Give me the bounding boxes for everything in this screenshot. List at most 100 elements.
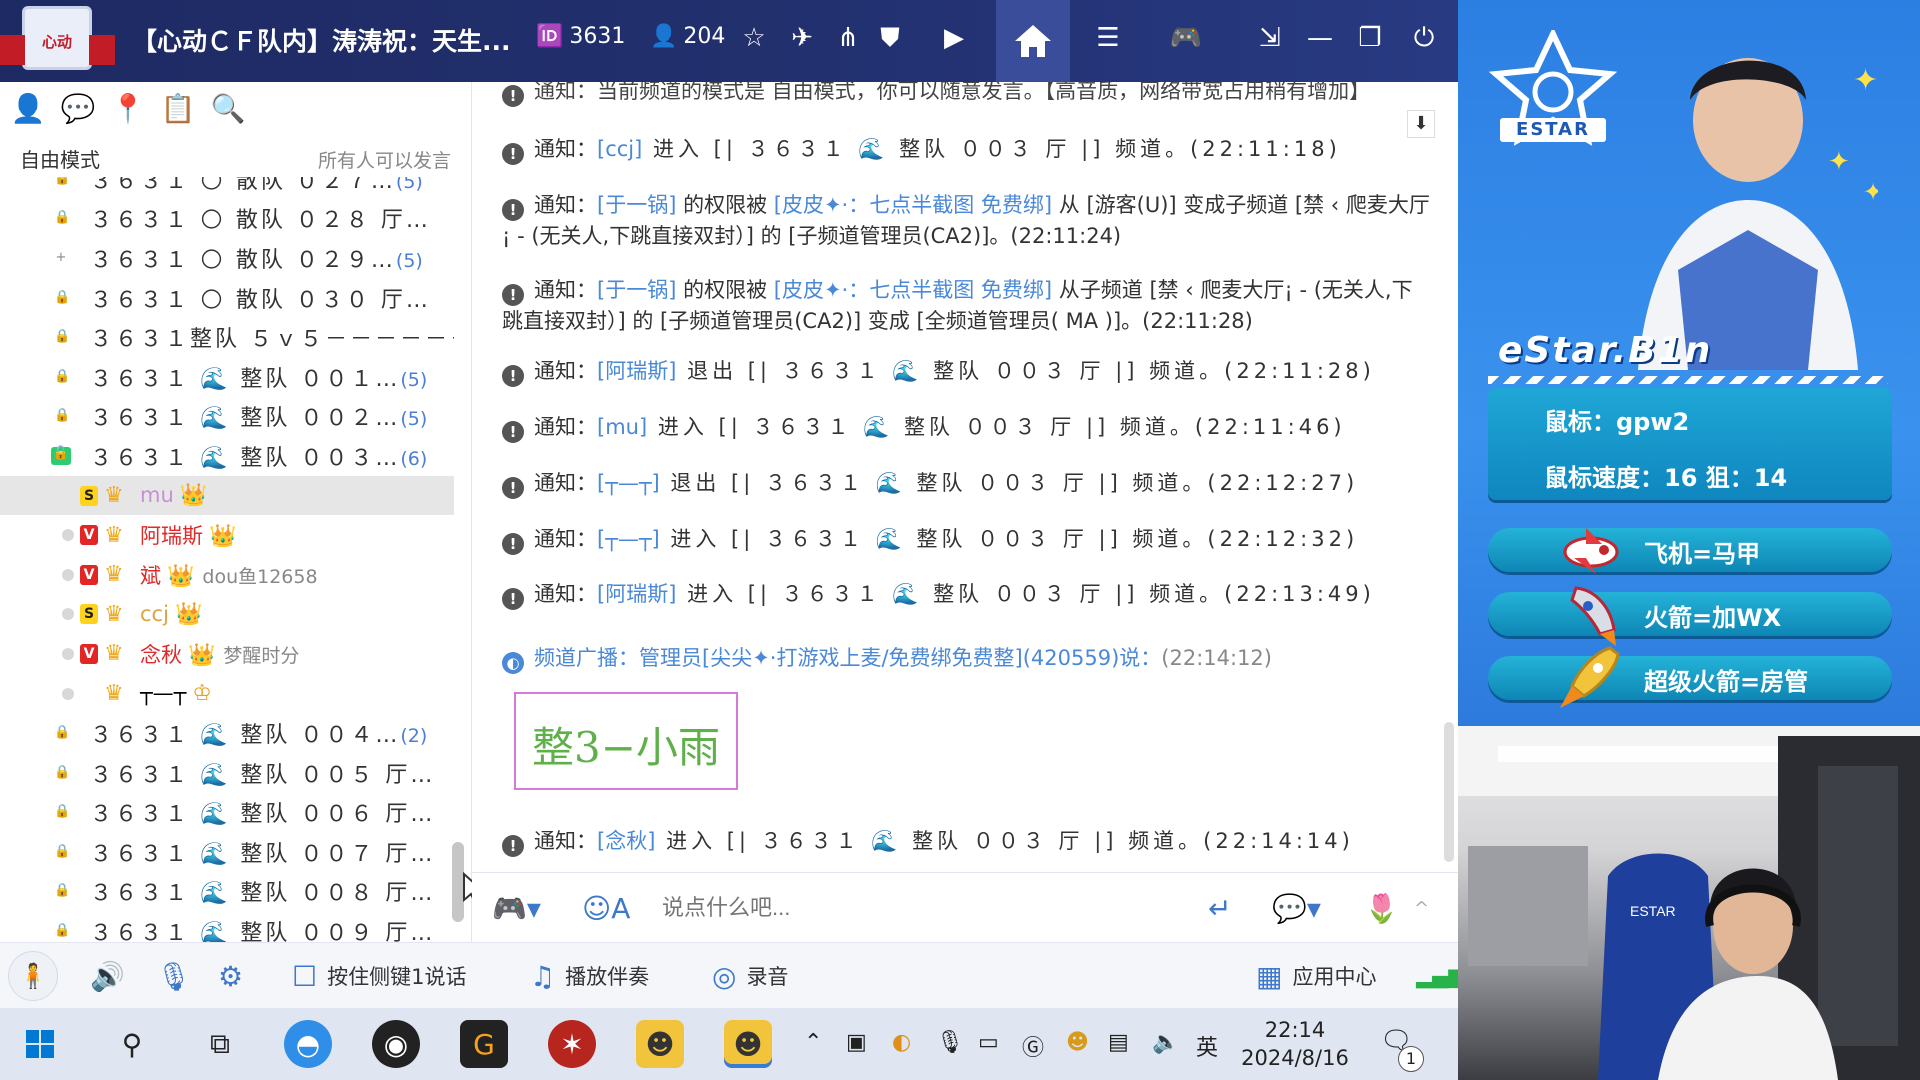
share-icon[interactable]: ⋔ [828,18,868,58]
rank-crown-icon: ♛ [104,522,124,548]
speaker-button[interactable]: 🔊 [90,957,125,995]
chat-options-button[interactable]: 💬▾ [1272,889,1321,927]
chat-message: ! 通知：[┬—┬] 进入 [| ３６３１ 🌊 整队 ００３ 厅 |] 频道。(2… [502,524,1432,555]
voice-tray-icon[interactable]: ☻ [1066,1030,1089,1055]
notebook-icon[interactable]: 📋 [160,90,196,126]
scroll-to-bottom-button[interactable]: ⬇ [1407,110,1435,138]
channel-row[interactable]: 🔒 ３６３１ 🌊 整队 ００１…(5) [0,357,454,397]
voice-app-icon[interactable]: ☻ [636,1020,684,1068]
rank-crown-icon: ♛ [104,601,124,627]
chat-bubble-icon[interactable]: 💬 [60,90,96,126]
gaming-app-icon[interactable]: G [460,1020,508,1068]
channel-row[interactable]: 🔒 ３６３１ 🌕 散队 ０２７…(5) [0,177,454,199]
channel-name: ３６３１ 🌊 整队 ００８ 厅… [90,881,436,907]
channel-tree[interactable]: 🔒 ３６３１ 🌕 散队 ０２７…(5) 🔒 ３６３１ 🌕 散队 ０２８ 厅… +… [0,177,454,942]
expand-icon[interactable]: + [54,250,68,265]
monitor-tray-icon[interactable]: ▭ [978,1030,999,1055]
channel-row[interactable]: 🔒 ３６３１ 🌊 整队 ００７ 厅… [0,832,454,872]
user-link[interactable]: [ccj] [597,137,642,161]
user-row[interactable]: ♛ ┬—┬ ♔ [0,674,454,714]
channel-row[interactable]: 🔒 ３６３１ 🌊 整队 ００８ 厅… [0,872,454,912]
obs-icon[interactable]: ◉ [372,1020,420,1068]
tray-expand-icon[interactable]: ⌃ [804,1030,822,1055]
list-icon[interactable]: ☰ [1088,18,1128,58]
channel-name: ３６３１ 🌊 整队 ００７ 厅… [90,841,436,867]
airplane-icon[interactable]: ✈ [782,18,822,58]
gamepad-icon[interactable]: 🎮 [1166,18,1206,58]
user-link[interactable]: [┬—┬] [597,471,660,495]
restore-icon[interactable]: ❐ [1350,18,1390,58]
chat-input[interactable] [662,891,1162,925]
channel-row[interactable]: 🔒 ３６３１整队 ５ｖ５－－－－－－ [0,317,454,357]
avatar[interactable]: 🧍 [8,951,58,1001]
user-row[interactable]: V ♛ 斌 👑 dou鱼12658 [0,555,454,595]
push-to-talk-button[interactable]: ☐ 按住侧键1说话 [292,957,466,995]
channel-row[interactable]: 🔒 ３６３１ 🌕 散队 ０３０ 厅… [0,278,454,318]
font-style-button[interactable]: ☺A [582,889,630,927]
online-count-display[interactable]: 👤 204 [650,24,725,49]
favorite-star-icon[interactable]: ☆ [734,18,774,58]
user-row[interactable]: V ♛ 阿瑞斯 👑 [0,515,454,555]
power-icon[interactable]: ⏻ [1404,18,1444,58]
video-play-icon[interactable]: ▶ [934,18,974,58]
task-view-icon[interactable]: ⧉ [196,1020,244,1068]
network-tray-icon[interactable]: ▤ [1108,1030,1129,1055]
taskbar-search-icon[interactable]: ⚲ [108,1020,156,1068]
user-link[interactable]: [阿瑞斯] [597,359,676,383]
person-icon[interactable]: 👤 [10,90,46,126]
channel-row[interactable]: 🔒 ３６３１ 🌊 整队 ００５ 厅… [0,753,454,793]
input-method-indicator[interactable]: 英 [1196,1030,1218,1062]
app-center-button[interactable]: ▦ 应用中心 [1256,957,1376,995]
send-enter-icon[interactable]: ↵ [1208,889,1231,927]
play-accompaniment-button[interactable]: ♫ 播放伴奏 [530,957,649,995]
record-button[interactable]: ◎ 录音 [712,957,788,995]
chat-message: ! 通知：[ccj] 进入 [| ３６３１ 🌊 整队 ００３ 厅 |] 频道。(2… [502,134,1432,165]
search-icon[interactable]: 🔍 [210,90,246,126]
admin-link[interactable]: [皮皮✦·：七点半截图 免费绑] [774,193,1052,217]
admin-link[interactable]: [皮皮✦·：七点半截图 免费绑] [774,278,1052,302]
start-icon[interactable] [26,1030,54,1058]
channel-row[interactable]: 🔒 ３６３１ 🌊 整队 ００９ 厅… [0,911,454,942]
user-row[interactable]: V ♛ 念秋 👑 梦醒时分 [0,634,454,674]
channel-row[interactable]: 🔒 ３６３１ 🌊 整队 ００４…(2) [0,713,454,753]
channel-name: ３６３１ 🌊 整队 ００９ 厅… [90,921,436,942]
room-id-display[interactable]: 🆔 3631 [536,24,625,49]
user-link[interactable]: [于一锅] [597,193,676,217]
channel-row[interactable]: + ３６３１ 🌕 散队 ０２９…(5) [0,238,454,278]
chevron-up-icon[interactable]: ^ [1414,889,1429,927]
home-button[interactable] [996,0,1070,82]
channel-row[interactable]: 🔒 ３６３１ 🌊 整队 ００２…(5) [0,397,454,437]
audio-settings-button[interactable]: ⚙ [218,957,243,995]
user-name: 阿瑞斯 👑 [140,524,237,550]
mic-tray-icon[interactable]: 🎙 [936,1030,964,1055]
user-link[interactable]: [┬—┬] [597,527,660,551]
game-tray-icon[interactable]: ◐ [892,1030,911,1055]
channel-row-current[interactable]: 🔓 ３６３１ 🌊 整队 ００３…(6) [0,436,454,476]
user-link[interactable]: [阿瑞斯] [597,582,676,606]
minimize-to-tray-icon[interactable]: ⇲ [1250,18,1290,58]
flower-gift-button[interactable]: 🌷 [1364,889,1399,927]
user-link[interactable]: [mu] [597,415,647,439]
shield-icon[interactable]: ⛊ [870,18,910,58]
channel-row[interactable]: 🔒 ３６３１ 🌕 散队 ０２８ 厅… [0,199,454,239]
voice-app-active-icon[interactable]: ☻ [724,1020,772,1068]
user-row[interactable]: S ♛ ccj 👑 [0,595,454,635]
webcam-feed: ESTAR [1458,726,1920,1080]
status-dot [62,529,74,542]
user-name: 斌 👑 dou鱼12658 [140,563,318,589]
chat-scrollbar[interactable] [1444,722,1454,862]
channel-row[interactable]: 🔒 ３６３１ 🌊 整队 ００６ 厅… [0,793,454,833]
g-hub-tray-icon[interactable]: Ⓖ [1022,1030,1044,1062]
location-pin-icon[interactable]: 📍 [110,90,146,126]
game-emoji-button[interactable]: 🎮▾ [492,889,541,927]
volume-tray-icon[interactable]: 🔈 [1152,1030,1179,1055]
microphone-button[interactable]: 🎙 [156,957,192,995]
user-row[interactable]: S ♛ mu 👑 [0,475,454,516]
user-link[interactable]: [于一锅] [597,278,676,302]
user-link[interactable]: [念秋] [597,829,655,853]
edge-browser-icon[interactable]: ◓ [284,1020,332,1068]
nvidia-tray-icon[interactable]: ▣ [846,1030,867,1055]
crossfire-icon[interactable]: ✶ [548,1020,596,1068]
system-clock[interactable]: 22:14 2024/8/16 [1240,1016,1350,1072]
minimize-icon[interactable]: — [1300,18,1340,58]
